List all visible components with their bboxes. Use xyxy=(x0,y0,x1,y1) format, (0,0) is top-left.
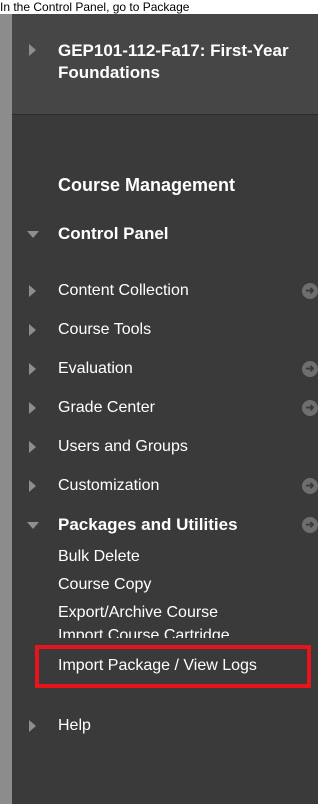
course-management-heading: Course Management xyxy=(58,175,236,195)
submenu-item-export-archive[interactable]: Export/Archive Course xyxy=(58,603,218,623)
menu-item-customization[interactable]: Customization ➜ xyxy=(12,467,318,505)
triangle-down-icon xyxy=(27,522,39,529)
panel-left-strip xyxy=(0,14,12,804)
menu-item-label: Evaluation xyxy=(58,360,133,377)
menu-item-label: Course Tools xyxy=(58,321,152,338)
menu-item-help[interactable]: Help xyxy=(12,707,318,745)
menu-item-grade-center[interactable]: Grade Center ➜ xyxy=(12,389,318,427)
triangle-right-icon xyxy=(29,441,36,453)
triangle-right-icon xyxy=(29,480,36,492)
submenu-item-import-cartridge[interactable]: Import Course Cartridge xyxy=(58,626,230,638)
circle-arrow-icon[interactable]: ➜ xyxy=(302,283,318,299)
circle-arrow-icon[interactable]: ➜ xyxy=(302,361,318,377)
menu-item-label: Customization xyxy=(58,477,160,494)
course-title[interactable]: GEP101-112-Fa17: First-Year Foundations xyxy=(58,40,298,84)
triangle-down-icon xyxy=(27,231,39,238)
packages-and-utilities-toggle[interactable]: Packages and Utilities ➜ xyxy=(12,506,318,544)
menu-item-users-and-groups[interactable]: Users and Groups xyxy=(12,428,318,466)
menu-item-label: Help xyxy=(58,717,91,734)
instruction-caption: In the Control Panel, go to Package xyxy=(0,0,318,14)
menu-item-content-collection[interactable]: Content Collection ➜ xyxy=(12,272,318,310)
menu-item-evaluation[interactable]: Evaluation ➜ xyxy=(12,350,318,388)
triangle-right-icon xyxy=(29,720,36,732)
course-title-box[interactable]: GEP101-112-Fa17: First-Year Foundations xyxy=(12,14,318,115)
circle-arrow-icon[interactable]: ➜ xyxy=(302,400,318,416)
menu-item-label: Content Collection xyxy=(58,282,189,299)
triangle-right-icon xyxy=(29,402,36,414)
menu-item-label: Grade Center xyxy=(58,399,155,416)
packages-label: Packages and Utilities xyxy=(58,515,238,534)
menu-item-label: Users and Groups xyxy=(58,438,188,455)
menu-item-course-tools[interactable]: Course Tools xyxy=(12,311,318,349)
submenu-item-bulk-delete[interactable]: Bulk Delete xyxy=(58,547,140,567)
circle-arrow-icon[interactable]: ➜ xyxy=(302,478,318,494)
triangle-right-icon xyxy=(29,44,36,56)
control-panel-label: Control Panel xyxy=(58,224,169,243)
circle-arrow-icon[interactable]: ➜ xyxy=(302,517,318,533)
triangle-right-icon xyxy=(29,363,36,375)
triangle-right-icon xyxy=(29,285,36,297)
triangle-right-icon xyxy=(29,324,36,336)
control-panel-toggle[interactable]: Control Panel xyxy=(12,215,318,253)
course-menu-panel: GEP101-112-Fa17: First-Year Foundations … xyxy=(0,14,318,804)
submenu-item-import-cartridge-wrap: Import Course Cartridge xyxy=(58,626,318,638)
highlight-box xyxy=(35,645,311,688)
submenu-item-course-copy[interactable]: Course Copy xyxy=(58,575,151,595)
